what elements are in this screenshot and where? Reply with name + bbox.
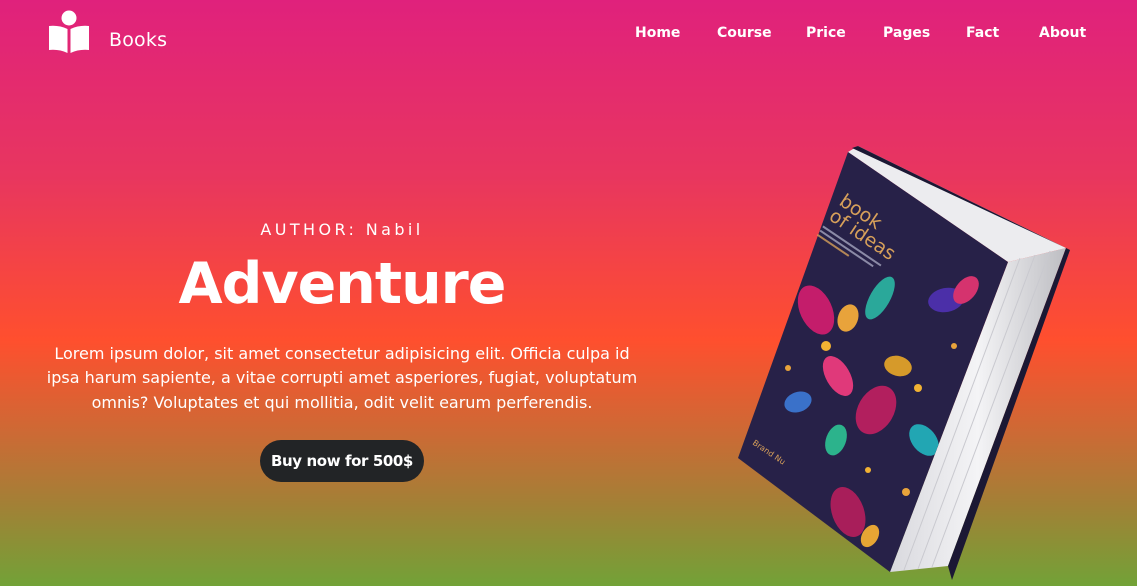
nav-about[interactable]: About xyxy=(1039,25,1086,41)
hero-section: AUTHOR: Nabil Adventure Lorem ipsum dolo… xyxy=(40,220,644,483)
hero-title: Adventure xyxy=(178,251,507,317)
nav-price[interactable]: Price xyxy=(806,25,846,41)
book-illustration: book of ideas Brand Nu xyxy=(738,146,1070,580)
author-label: AUTHOR: Nabil xyxy=(260,220,424,239)
navbar: Books Home Course Price Pages Fact About xyxy=(0,0,1137,80)
buy-button[interactable]: Buy now for 500$ xyxy=(260,440,424,483)
nav-fact[interactable]: Fact xyxy=(966,25,999,41)
nav-course[interactable]: Course xyxy=(717,25,772,41)
main-nav: Home Course Price Pages Fact About xyxy=(0,25,1137,45)
nav-home[interactable]: Home xyxy=(635,25,680,41)
nav-pages[interactable]: Pages xyxy=(883,25,930,41)
hero-description: Lorem ipsum dolor, sit amet consectetur … xyxy=(46,343,638,412)
book-image: book of ideas Brand Nu xyxy=(730,140,1075,586)
